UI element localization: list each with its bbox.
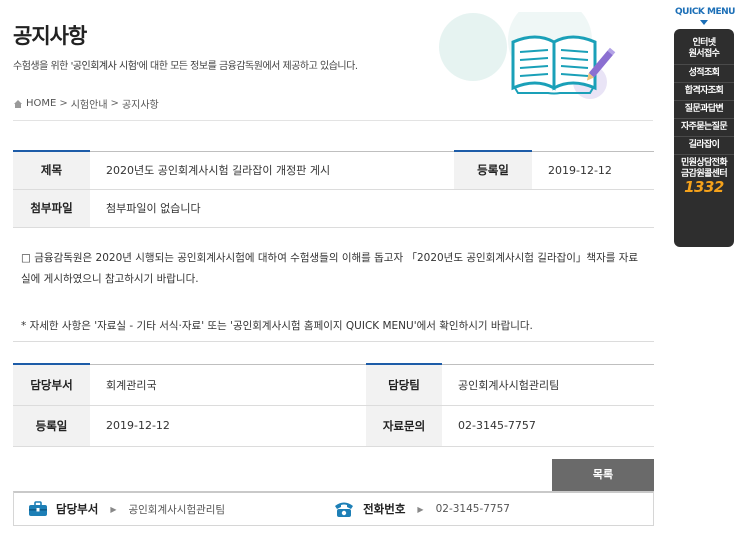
page-description: 수험생을 위한 '공인회계사 시험'에 대한 모든 정보를 금융감독원에서 제공…: [13, 57, 358, 72]
caret-down-icon: [700, 20, 708, 25]
attach-value: 첨부파일이 없습니다: [90, 189, 654, 228]
book-illustration-icon: [439, 12, 616, 99]
quick-menu-guide[interactable]: 길라잡이: [674, 137, 734, 155]
contact-phone: 전화번호 ▶ 02-3145-7757: [333, 500, 510, 518]
list-button[interactable]: 목록: [552, 459, 654, 491]
post-title-row: 제목 2020년도 공인회계사시험 길라잡이 개정판 게시 등록일 2019-1…: [13, 150, 654, 190]
post-body: □ 금융감독원은 2020년 시행되는 공인회계사시험에 대하여 수험생들의 이…: [13, 230, 654, 342]
quick-menu-label: 원서접수: [688, 49, 720, 59]
breadcrumb-level2[interactable]: 공지사항: [122, 96, 159, 111]
contact-phone-label: 전화번호: [363, 502, 406, 516]
breadcrumb-separator: >: [110, 98, 119, 109]
page-description-post: 에 대한 모든 정보를 금융감독원에서 제공하고 있습니다.: [138, 61, 358, 72]
quick-menu-callcenter[interactable]: 민원상담전화 금감원콜센터 1332: [674, 155, 734, 197]
phone-icon: [335, 502, 354, 517]
meta-row-date: 등록일 2019-12-12 자료문의 02-3145-7757: [13, 405, 654, 447]
post-body-note: * 자세한 사항은 '자료실 - 기타 서식·자료' 또는 '공인회계사시험 홈…: [21, 320, 533, 332]
post-attach-row: 첨부파일 첨부파일이 없습니다: [13, 189, 654, 228]
team-value: 공인회계사시험관리팀: [442, 363, 654, 406]
breadcrumb-home[interactable]: HOME: [26, 98, 56, 109]
meta-row-dept: 담당부서 회계관리국 담당팀 공인회계사시험관리팀: [13, 363, 654, 406]
page-description-highlight: '공인회계사 시험': [70, 61, 140, 72]
post-body-paragraph: □ 금융감독원은 2020년 시행되는 공인회계사시험에 대하여 수험생들의 이…: [21, 252, 639, 285]
team-label: 담당팀: [366, 363, 442, 406]
post-info-table: 제목 2020년도 공인회계사시험 길라잡이 개정판 게시 등록일 2019-1…: [13, 150, 654, 228]
post-meta-table: 담당부서 회계관리국 담당팀 공인회계사시험관리팀 등록일 2019-12-12…: [13, 363, 654, 447]
breadcrumb: HOME > 시험안내 > 공지사항: [13, 96, 159, 111]
header-divider: [13, 120, 653, 121]
quick-menu-online-application[interactable]: 인터넷 원서접수: [674, 35, 734, 65]
contact-dept-label: 담당부서: [56, 502, 99, 516]
page-description-pre: 수험생을 위한: [13, 61, 71, 72]
meta-date-value: 2019-12-12: [90, 405, 366, 447]
post-title-label: 제목: [13, 150, 90, 190]
post-date-value: 2019-12-12: [532, 150, 654, 190]
contact-dept-value: 공인회계사시험관리팀: [128, 503, 226, 516]
home-icon: [14, 99, 22, 108]
page-title: 공지사항: [13, 24, 87, 48]
post-title-value: 2020년도 공인회계사시험 길라잡이 개정판 게시: [90, 150, 454, 190]
breadcrumb-level1[interactable]: 시험안내: [71, 96, 108, 111]
quick-menu-label: 민원상담전화: [680, 158, 728, 168]
attach-label: 첨부파일: [13, 189, 90, 228]
quick-menu-label: 인터넷: [692, 38, 716, 48]
dept-label: 담당부서: [13, 363, 90, 406]
arrow-right-icon: ▶: [417, 504, 424, 514]
arrow-right-icon: ▶: [110, 504, 117, 514]
contact-dept: 담당부서 ▶ 공인회계사시험관리팀: [28, 501, 225, 517]
inquiry-value: 02-3145-7757: [442, 405, 654, 447]
meta-date-label: 등록일: [13, 405, 90, 447]
briefcase-icon: [29, 501, 47, 516]
contact-bar: 담당부서 ▶ 공인회계사시험관리팀 전화번호 ▶ 02-3145-7757: [13, 491, 654, 526]
quick-menu-qna[interactable]: 질문과답변: [674, 101, 734, 119]
post-date-label: 등록일: [454, 150, 532, 190]
content-area: 공지사항 수험생을 위한 '공인회계사 시험'에 대한 모든 정보를 금융감독원…: [0, 0, 668, 549]
inquiry-label: 자료문의: [366, 405, 442, 447]
callcenter-number: 1332: [684, 178, 724, 196]
contact-phone-value: 02-3145-7757: [435, 503, 510, 515]
quick-menu: 인터넷 원서접수 성적조회 합격자조회 질문과답변 자주묻는질문 길라잡이 민원…: [674, 29, 734, 247]
quick-menu-pass-lookup[interactable]: 합격자조회: [674, 83, 734, 101]
quick-menu-title: QUICK MENU: [675, 7, 735, 17]
quick-menu-faq[interactable]: 자주묻는질문: [674, 119, 734, 137]
quick-menu-score-lookup[interactable]: 성적조회: [674, 65, 734, 83]
breadcrumb-separator: >: [59, 98, 68, 109]
dept-value: 회계관리국: [90, 363, 366, 406]
